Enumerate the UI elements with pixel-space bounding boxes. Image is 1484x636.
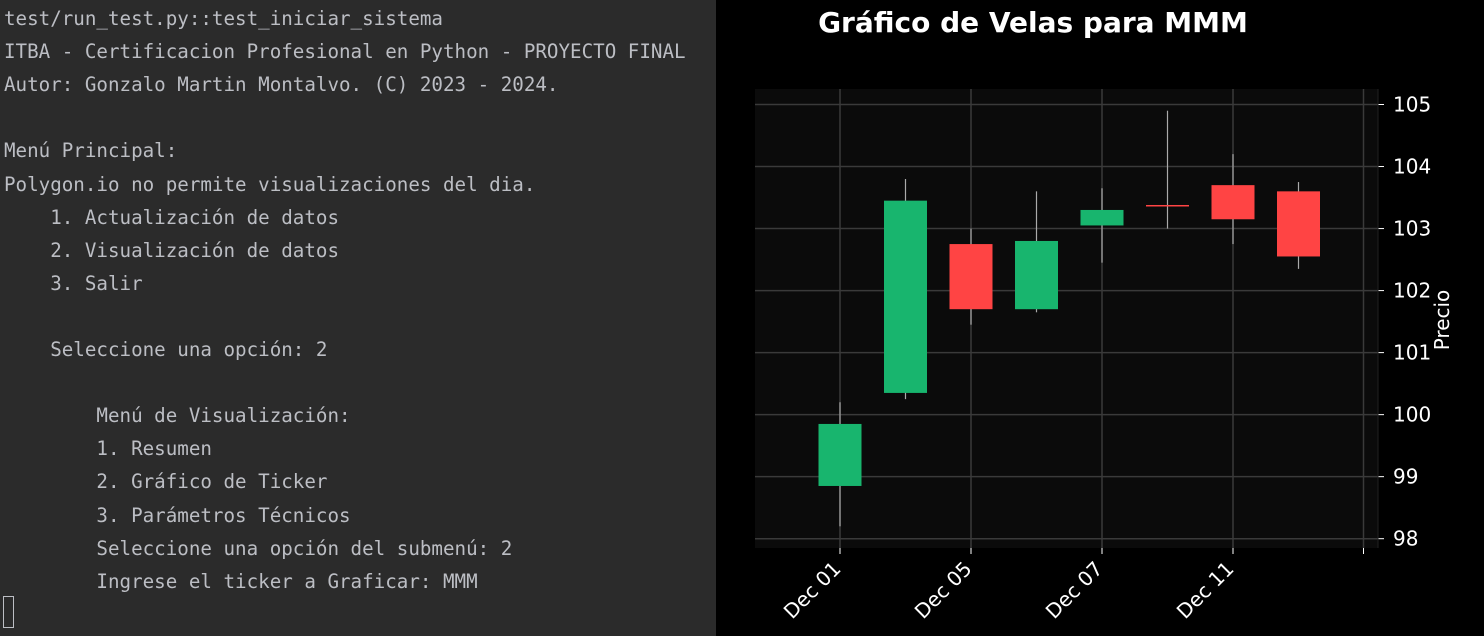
- chart-title: Gráfico de Velas para MMM: [818, 6, 1248, 39]
- y-tick-label: 101: [1393, 341, 1431, 365]
- candle-body: [1015, 240, 1058, 310]
- x-tick-label: Dec 05: [910, 557, 977, 624]
- y-tick-label: 103: [1393, 217, 1431, 241]
- terminal-line: Ingrese el ticker a Graficar: MMM: [4, 569, 478, 593]
- terminal-line: Seleccione una opción: 2: [4, 338, 328, 361]
- y-axis-label: Precio: [1430, 290, 1454, 351]
- y-tick-label: 105: [1393, 93, 1431, 117]
- y-tick-label: 104: [1393, 155, 1431, 179]
- candle-body: [949, 244, 993, 310]
- candle-body: [1146, 204, 1189, 207]
- x-tick-label: Dec 11: [1172, 557, 1239, 624]
- x-tick-label: Dec 07: [1041, 557, 1108, 624]
- chart-window: 98 99 100 101 102 103 104 105 Dec 01 Dec 05 Dec 07…: [716, 0, 1484, 636]
- y-tick-label: 98: [1393, 527, 1418, 551]
- candlestick-chart: 98 99 100 101 102 103 104 105 Dec 01 Dec 05 Dec 07…: [755, 6, 1454, 624]
- terminal-panel[interactable]: test/run_test.py::test_iniciar_sistemaIT…: [0, 0, 716, 636]
- terminal-line: Polygon.io no permite visualizaciones de…: [4, 172, 536, 196]
- x-tick-label: Dec 01: [779, 557, 846, 624]
- terminal-line: Menú Principal:: [4, 139, 178, 163]
- candle-body: [884, 200, 927, 393]
- terminal-line: 3. Salir: [4, 271, 143, 295]
- y-tick-label: 102: [1393, 279, 1431, 303]
- terminal-line: Seleccione una opción del submenú: 2: [4, 536, 513, 560]
- y-tick-label: 100: [1393, 403, 1431, 427]
- candle-body: [1211, 185, 1255, 220]
- terminal-line: ITBA - Certificacion Profesional en Pyth…: [4, 40, 686, 64]
- terminal-line: 1. Actualización de datos: [4, 205, 340, 229]
- terminal-line: 2. Visualización de datos: [4, 238, 340, 262]
- candle-body: [818, 423, 862, 486]
- terminal-line: Autor: Gonzalo Martin Montalvo. (C) 2023…: [4, 73, 559, 97]
- terminal-line: 2. Gráfico de Ticker: [4, 470, 328, 494]
- candle-body: [1080, 209, 1124, 226]
- terminal-line: 3. Parámetros Técnicos: [4, 503, 351, 527]
- terminal-line: Menú de Visualización:: [4, 404, 351, 428]
- terminal-line: 1. Resumen: [4, 437, 212, 461]
- terminal-line: test/run_test.py::test_iniciar_sistema: [4, 7, 443, 30]
- y-tick-label: 99: [1393, 465, 1418, 489]
- candle-body: [1277, 191, 1320, 257]
- terminal-cursor[interactable]: [3, 596, 14, 628]
